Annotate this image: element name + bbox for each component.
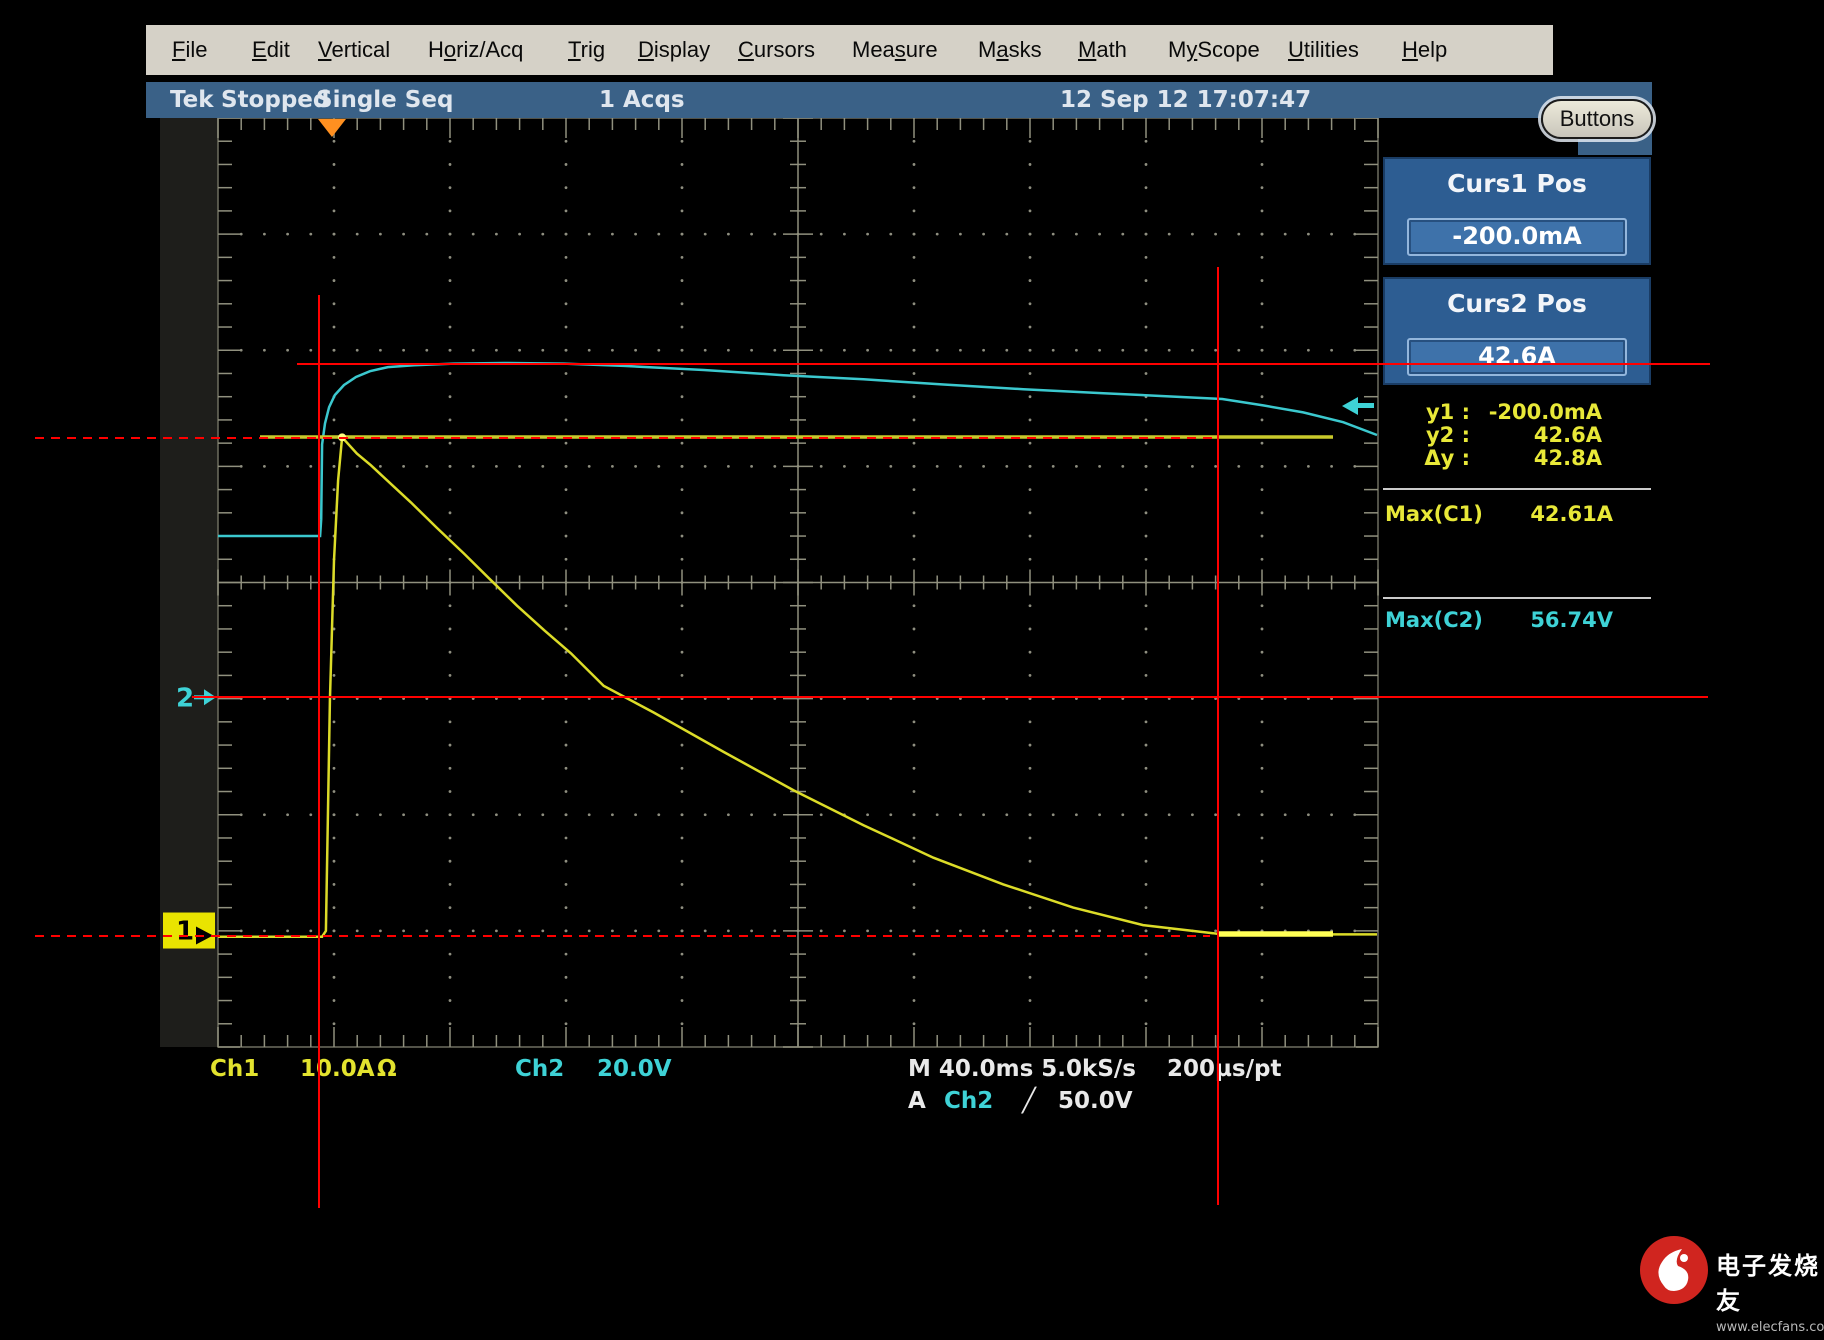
curs1-pos-panel: Curs1 Pos -200.0mA (1383, 157, 1651, 265)
max-c1-label: Max(C1) (1385, 502, 1483, 526)
menu-bar: File Edit Vertical Horiz/Acq Trig Display Curs… (146, 25, 1553, 75)
trigger-source: Ch2 (944, 1088, 993, 1114)
menu-item-trig[interactable]: Trig (568, 37, 605, 63)
timebase-readout: M 40.0ms 5.0kS/s (908, 1056, 1136, 1082)
ch2-label: Ch2 (515, 1056, 564, 1082)
resolution-readout: 200µs/pt (1167, 1056, 1281, 1082)
watermark-text: 电子发烧友 (1716, 1246, 1824, 1316)
trigger-slope-icon: ╱ (1022, 1088, 1036, 1114)
menu-item-math[interactable]: Math (1078, 37, 1127, 63)
elecfans-logo-icon (1640, 1236, 1708, 1304)
ch1-scale: 10.0A (300, 1056, 375, 1082)
brand-logo: Tek (170, 87, 214, 113)
ch1-peak-marker (338, 433, 346, 441)
cursor-y2-value: 42.6A (1470, 423, 1602, 447)
acquisition-mode: Single Seq (316, 87, 453, 113)
curs1-pos-value[interactable]: -200.0mA (1407, 218, 1627, 256)
graticule (218, 118, 1378, 1047)
menu-item-measure[interactable]: Measure (852, 37, 938, 63)
menu-item-masks[interactable]: Masks (978, 37, 1042, 63)
buttons-button[interactable]: Buttons (1541, 99, 1653, 139)
curs2-pos-panel: Curs2 Pos 42.6A (1383, 277, 1651, 385)
menu-item-utilities[interactable]: Utilities (1288, 37, 1359, 63)
cursor-y1-value: -200.0mA (1470, 400, 1602, 424)
trigger-level: 50.0V (1058, 1088, 1133, 1114)
menu-item-myscope[interactable]: MyScope (1168, 37, 1260, 63)
status-bar: Tek Stopped Single Seq 1 Acqs 12 Sep 12 … (146, 82, 1652, 118)
cursor-dy-label: Δy : (1410, 446, 1470, 470)
cursor-y1-label: y1 : (1410, 400, 1470, 424)
cursor-y2-label: y2 : (1410, 423, 1470, 447)
ch1-label: Ch1 (210, 1056, 259, 1082)
datetime: 12 Sep 12 17:07:47 (1060, 87, 1311, 113)
watermark-url: www.elecfans.com (1716, 1320, 1824, 1335)
menu-item-vertical[interactable]: Vertical (318, 37, 390, 63)
svg-text:2: 2 (176, 683, 194, 713)
ch2-scale: 20.0V (597, 1056, 672, 1082)
oscilloscope-screen: File Edit Vertical Horiz/Acq Trig Display Curs… (0, 0, 1824, 1340)
ch1-coupling-ohm: Ω (377, 1056, 397, 1082)
menu-item-horizacq[interactable]: Horiz/Acq (428, 37, 523, 63)
ch1-ground-marker: 1 (163, 913, 215, 949)
acquisition-state: Stopped (221, 87, 329, 113)
curs1-pos-title: Curs1 Pos (1385, 169, 1649, 198)
curs2-pos-value[interactable]: 42.6A (1407, 338, 1627, 376)
max-c1-value: 42.61A (1480, 502, 1613, 526)
menu-item-file[interactable]: File (172, 37, 207, 63)
cursor-dy-value: 42.8A (1470, 446, 1602, 470)
watermark: 电子发烧友 www.elecfans.com (1640, 1236, 1824, 1335)
menu-item-cursors[interactable]: Cursors (738, 37, 815, 63)
measurement-separator-2 (1383, 597, 1651, 599)
max-c2-value: 56.74V (1480, 608, 1613, 632)
menu-item-display[interactable]: Display (638, 37, 710, 63)
measurement-separator-1 (1383, 488, 1651, 490)
ch2-ground-marker: 2 (176, 683, 216, 713)
svg-text:1: 1 (176, 917, 194, 947)
curs2-pos-title: Curs2 Pos (1385, 289, 1649, 318)
trigger-prefix: A (908, 1088, 926, 1114)
acquisition-count: 1 Acqs (599, 87, 685, 113)
menu-item-edit[interactable]: Edit (252, 37, 290, 63)
max-c2-label: Max(C2) (1385, 608, 1483, 632)
menu-item-help[interactable]: Help (1402, 37, 1447, 63)
